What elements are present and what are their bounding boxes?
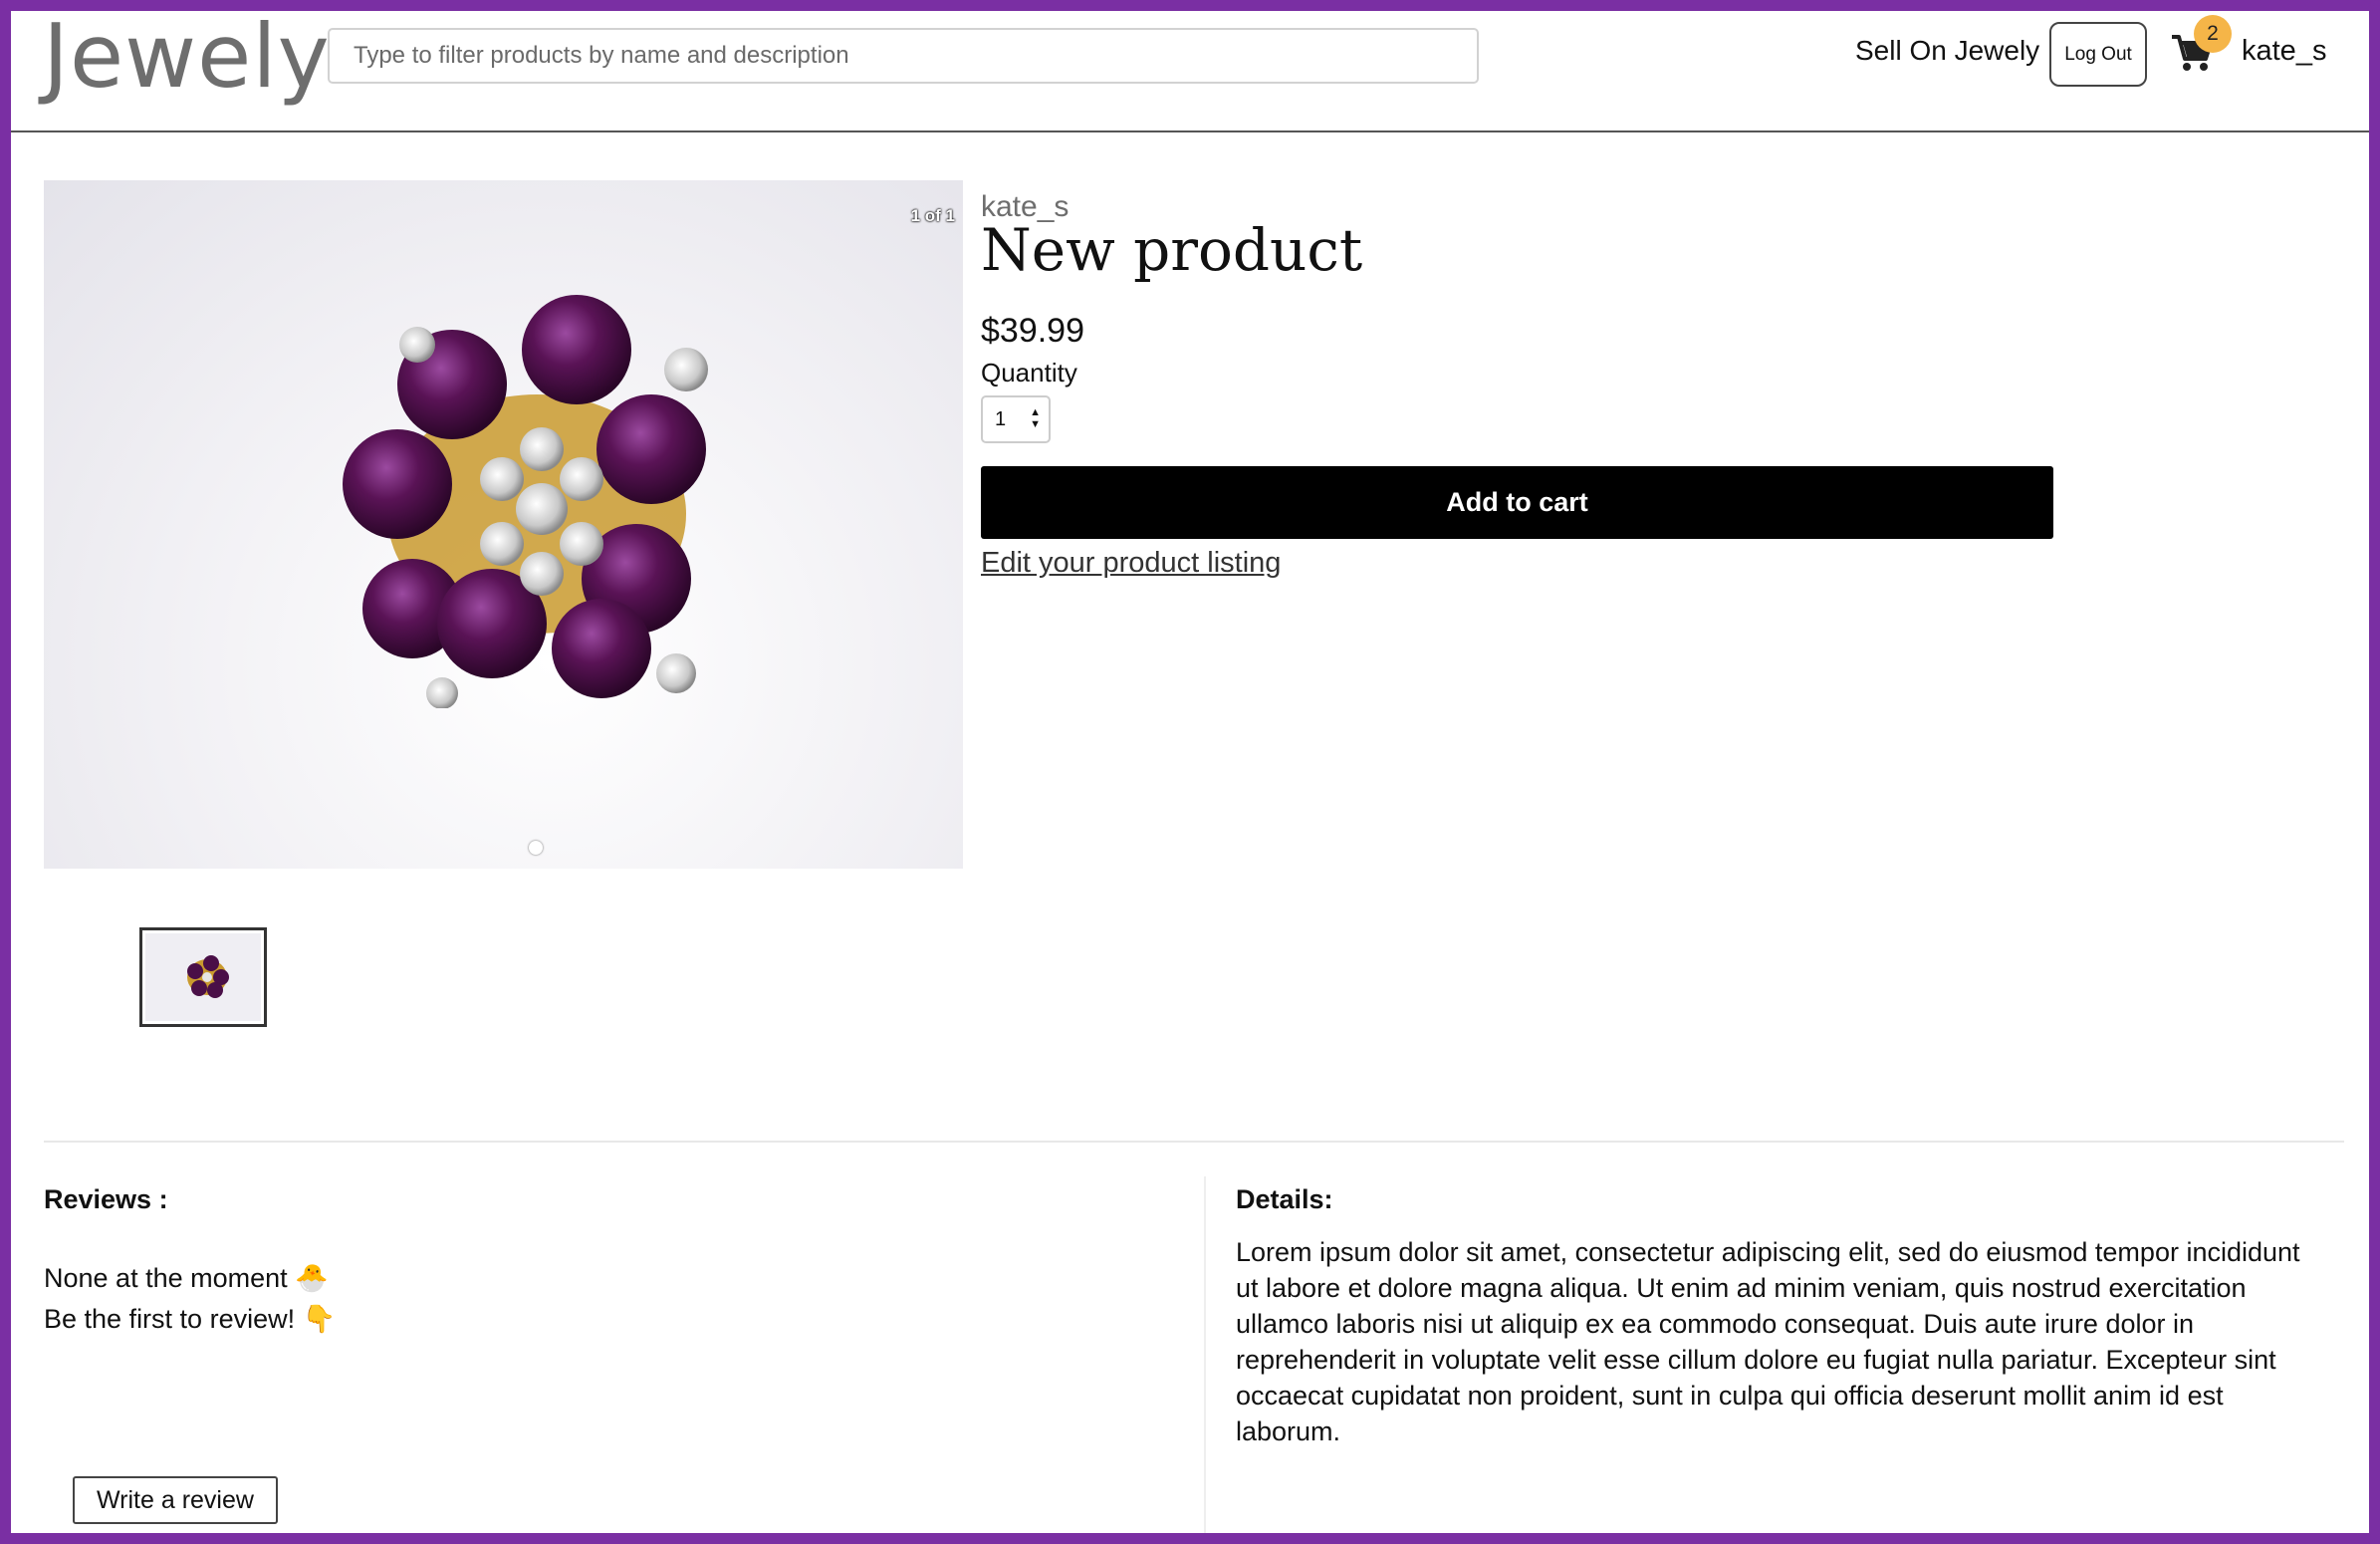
quantity-value: 1 [995, 408, 1007, 430]
edit-listing-link[interactable]: Edit your product listing [981, 547, 1281, 580]
thumbnail-jewel-image [187, 955, 229, 998]
app-frame: Jewely Sell On Jewely Log Out 2 kate_s [0, 0, 2380, 1544]
details-description: Lorem ipsum dolor sit amet, consectetur … [1236, 1237, 2300, 1446]
image-counter: 1 of 1 [910, 206, 955, 225]
logo[interactable]: Jewely [43, 11, 331, 108]
carousel-dot[interactable] [529, 841, 543, 855]
column-divider [1204, 1176, 1206, 1533]
section-divider [44, 1141, 2344, 1143]
product-title: New product [981, 216, 1363, 284]
product-image-carousel[interactable]: 1 of 1 [44, 180, 963, 869]
stepper-arrows-icon[interactable]: ▲ ▼ [1030, 406, 1041, 430]
cart-count-badge: 2 [2194, 15, 2232, 53]
header-bar: Jewely Sell On Jewely Log Out 2 kate_s [11, 11, 2369, 132]
quantity-label: Quantity [981, 358, 1077, 387]
details-heading: Details: [1236, 1184, 1333, 1214]
product-thumbnail[interactable] [139, 927, 267, 1027]
add-to-cart-button[interactable]: Add to cart [981, 466, 2053, 539]
reviews-empty-text: None at the moment 🐣 [44, 1263, 329, 1293]
sell-on-jewely-link[interactable]: Sell On Jewely [1855, 35, 2039, 67]
jewel-ring-image [343, 295, 708, 708]
search-input[interactable] [328, 28, 1479, 84]
reviews-cta-text: Be the first to review! 👇 [44, 1304, 337, 1334]
username-label[interactable]: kate_s [2242, 35, 2326, 68]
reviews-heading: Reviews : [44, 1184, 168, 1214]
quantity-stepper[interactable]: 1 ▲ ▼ [981, 395, 1051, 443]
product-price: $39.99 [981, 312, 1084, 350]
write-review-button[interactable]: Write a review [73, 1476, 278, 1524]
logout-button[interactable]: Log Out [2049, 22, 2147, 87]
